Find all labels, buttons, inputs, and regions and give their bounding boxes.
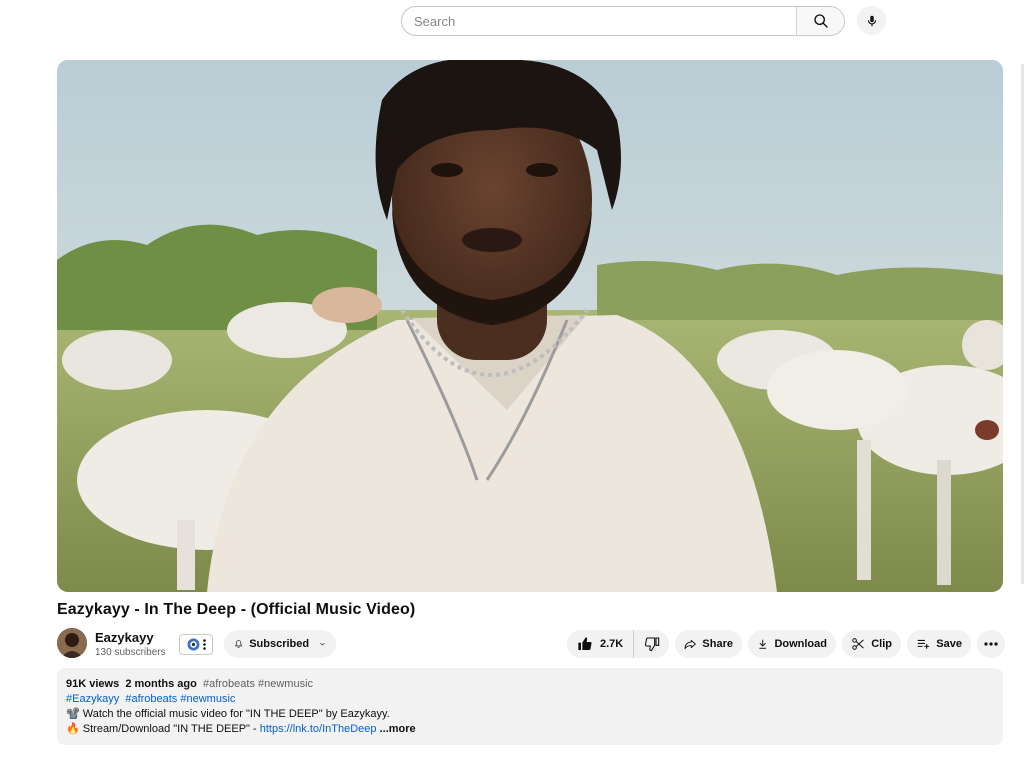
search-box	[401, 6, 845, 36]
hashtag-link[interactable]: #newmusic	[180, 693, 235, 705]
clip-button[interactable]: Clip	[842, 630, 901, 658]
search-input[interactable]	[402, 7, 796, 35]
search-icon	[813, 14, 828, 28]
bell-icon	[234, 640, 243, 648]
share-button[interactable]: Share	[675, 630, 742, 658]
save-label: Save	[936, 638, 962, 650]
meta-tags[interactable]: #afrobeats #newmusic	[203, 678, 313, 690]
fire-emoji: 🔥	[66, 723, 80, 735]
save-button[interactable]: Save	[907, 630, 971, 658]
like-button[interactable]: 2.7K	[567, 630, 635, 658]
voice-search-button[interactable]	[857, 6, 886, 35]
stream-link[interactable]: https://lnk.to/InTheDeep	[260, 723, 377, 735]
description-text: Stream/Download "IN THE DEEP" -	[82, 723, 260, 735]
hashtag-line: #Eazykayy #afrobeats #newmusic	[66, 692, 994, 707]
video-frame	[57, 60, 1003, 592]
clip-label: Clip	[871, 638, 892, 650]
subscriber-count: 130 subscribers	[95, 647, 166, 658]
channel-name[interactable]: Eazykayy	[95, 630, 154, 645]
microphone-icon	[867, 15, 876, 26]
search-button[interactable]	[796, 7, 844, 35]
hashtag-link[interactable]: #afrobeats	[125, 693, 177, 705]
description-line: 🔥 Stream/Download "IN THE DEEP" - https:…	[66, 722, 994, 737]
description-meta: 91K views 2 months ago #afrobeats #newmu…	[66, 677, 994, 692]
kebab-icon	[202, 639, 206, 650]
download-icon	[759, 639, 767, 649]
dislike-button[interactable]	[634, 630, 669, 658]
description-text: Watch the official music video for "IN T…	[82, 708, 390, 720]
camera-emoji: 📽️	[66, 708, 80, 720]
share-label: Share	[702, 638, 733, 650]
thumbs-down-icon	[644, 637, 659, 652]
channel-avatar[interactable]	[57, 628, 87, 658]
avatar-image	[57, 628, 87, 658]
thumbs-up-icon	[578, 637, 592, 650]
download-button[interactable]: Download	[748, 630, 836, 658]
video-player[interactable]	[57, 60, 1003, 592]
description-line: 📽️ Watch the official music video for "I…	[66, 707, 994, 722]
upload-age: 2 months ago	[125, 678, 197, 690]
share-icon	[684, 639, 696, 650]
scissors-icon	[852, 638, 864, 650]
show-more-link[interactable]: ...more	[380, 723, 416, 735]
subscribed-label: Subscribed	[249, 638, 310, 650]
description-box[interactable]: 91K views 2 months ago #afrobeats #newmu…	[57, 668, 1003, 745]
badge-icon	[187, 638, 199, 651]
like-count: 2.7K	[600, 638, 624, 650]
video-title: Eazykayy - In The Deep - (Official Music…	[57, 601, 416, 618]
subscribed-button[interactable]: Subscribed	[224, 630, 336, 658]
like-dislike-group: 2.7K	[567, 630, 669, 658]
hashtag-link[interactable]: #Eazykayy	[66, 693, 119, 705]
chevron-down-icon	[320, 642, 325, 646]
more-horizontal-icon	[984, 642, 998, 646]
membership-badge-button[interactable]	[179, 634, 213, 655]
download-label: Download	[774, 638, 827, 650]
more-actions-button[interactable]	[977, 630, 1005, 658]
playlist-add-icon	[917, 639, 930, 649]
view-count: 91K views	[66, 678, 120, 690]
